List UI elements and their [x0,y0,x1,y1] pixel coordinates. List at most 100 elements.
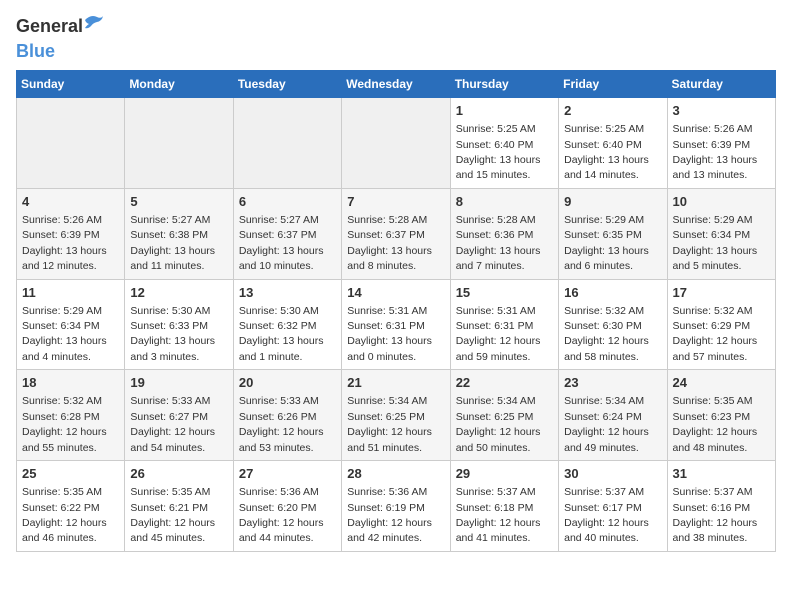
day-number: 25 [22,465,119,483]
calendar-day-2: 2 Sunrise: 5:25 AM Sunset: 6:40 PM Daylig… [559,98,667,189]
day-number: 14 [347,284,444,302]
day-info: Sunrise: 5:27 AM Sunset: 6:37 PM Dayligh… [239,214,324,272]
day-info: Sunrise: 5:27 AM Sunset: 6:38 PM Dayligh… [130,214,215,272]
page-header: General Blue [16,16,776,62]
calendar-day-27: 27 Sunrise: 5:36 AM Sunset: 6:20 PM Dayli… [233,461,341,552]
day-number: 10 [673,193,770,211]
day-info: Sunrise: 5:36 AM Sunset: 6:19 PM Dayligh… [347,486,432,544]
day-number: 12 [130,284,227,302]
day-info: Sunrise: 5:34 AM Sunset: 6:25 PM Dayligh… [347,395,432,453]
day-info: Sunrise: 5:33 AM Sunset: 6:26 PM Dayligh… [239,395,324,453]
day-info: Sunrise: 5:25 AM Sunset: 6:40 PM Dayligh… [456,123,541,181]
day-number: 30 [564,465,661,483]
day-number: 15 [456,284,553,302]
calendar-day-empty [17,98,125,189]
day-info: Sunrise: 5:34 AM Sunset: 6:24 PM Dayligh… [564,395,649,453]
day-number: 29 [456,465,553,483]
calendar-day-15: 15 Sunrise: 5:31 AM Sunset: 6:31 PM Dayli… [450,279,558,370]
calendar-day-5: 5 Sunrise: 5:27 AM Sunset: 6:38 PM Daylig… [125,188,233,279]
calendar-week-4: 18Sunrise: 5:32 AM Sunset: 6:28 PM Dayli… [17,370,776,461]
day-info: Sunrise: 5:29 AM Sunset: 6:35 PM Dayligh… [564,214,649,272]
calendar-day-1: 1 Sunrise: 5:25 AM Sunset: 6:40 PM Daylig… [450,98,558,189]
day-number: 18 [22,374,119,392]
day-number: 13 [239,284,336,302]
calendar-day-9: 9 Sunrise: 5:29 AM Sunset: 6:35 PM Daylig… [559,188,667,279]
calendar-day-21: 21 Sunrise: 5:34 AM Sunset: 6:25 PM Dayli… [342,370,450,461]
day-number: 9 [564,193,661,211]
calendar-day-8: 8 Sunrise: 5:28 AM Sunset: 6:36 PM Daylig… [450,188,558,279]
day-number: 8 [456,193,553,211]
calendar-body: 1 Sunrise: 5:25 AM Sunset: 6:40 PM Daylig… [17,98,776,552]
day-number: 27 [239,465,336,483]
header-day-tuesday: Tuesday [233,71,341,98]
calendar-day-24: 24Sunrise: 5:35 AM Sunset: 6:23 PM Dayli… [667,370,775,461]
calendar-day-10: 10 Sunrise: 5:29 AM Sunset: 6:34 PM Dayli… [667,188,775,279]
header-day-thursday: Thursday [450,71,558,98]
day-info: Sunrise: 5:26 AM Sunset: 6:39 PM Dayligh… [22,214,107,272]
calendar-week-5: 25 Sunrise: 5:35 AM Sunset: 6:22 PM Dayli… [17,461,776,552]
header-day-saturday: Saturday [667,71,775,98]
calendar-day-7: 7 Sunrise: 5:28 AM Sunset: 6:37 PM Daylig… [342,188,450,279]
calendar-day-12: 12 Sunrise: 5:30 AM Sunset: 6:33 PM Dayli… [125,279,233,370]
day-info: Sunrise: 5:29 AM Sunset: 6:34 PM Dayligh… [673,214,758,272]
header-day-friday: Friday [559,71,667,98]
calendar-week-2: 4 Sunrise: 5:26 AM Sunset: 6:39 PM Daylig… [17,188,776,279]
day-number: 1 [456,102,553,120]
day-info: Sunrise: 5:37 AM Sunset: 6:18 PM Dayligh… [456,486,541,544]
day-info: Sunrise: 5:29 AM Sunset: 6:34 PM Dayligh… [22,305,107,363]
day-info: Sunrise: 5:26 AM Sunset: 6:39 PM Dayligh… [673,123,758,181]
calendar-day-11: 11Sunrise: 5:29 AM Sunset: 6:34 PM Dayli… [17,279,125,370]
day-info: Sunrise: 5:36 AM Sunset: 6:20 PM Dayligh… [239,486,324,544]
day-info: Sunrise: 5:31 AM Sunset: 6:31 PM Dayligh… [347,305,432,363]
calendar-day-22: 22Sunrise: 5:34 AM Sunset: 6:25 PM Dayli… [450,370,558,461]
day-number: 19 [130,374,227,392]
day-info: Sunrise: 5:35 AM Sunset: 6:23 PM Dayligh… [673,395,758,453]
day-number: 31 [673,465,770,483]
day-info: Sunrise: 5:31 AM Sunset: 6:31 PM Dayligh… [456,305,541,363]
calendar-day-17: 17Sunrise: 5:32 AM Sunset: 6:29 PM Dayli… [667,279,775,370]
day-number: 16 [564,284,661,302]
calendar-week-1: 1 Sunrise: 5:25 AM Sunset: 6:40 PM Daylig… [17,98,776,189]
calendar-day-29: 29 Sunrise: 5:37 AM Sunset: 6:18 PM Dayli… [450,461,558,552]
day-number: 7 [347,193,444,211]
day-info: Sunrise: 5:28 AM Sunset: 6:37 PM Dayligh… [347,214,432,272]
calendar-day-30: 30 Sunrise: 5:37 AM Sunset: 6:17 PM Dayli… [559,461,667,552]
day-number: 4 [22,193,119,211]
day-number: 6 [239,193,336,211]
calendar-day-25: 25 Sunrise: 5:35 AM Sunset: 6:22 PM Dayli… [17,461,125,552]
calendar-header: SundayMondayTuesdayWednesdayThursdayFrid… [17,71,776,98]
day-number: 17 [673,284,770,302]
calendar-day-16: 16Sunrise: 5:32 AM Sunset: 6:30 PM Dayli… [559,279,667,370]
calendar-day-empty [342,98,450,189]
day-number: 5 [130,193,227,211]
calendar-week-3: 11Sunrise: 5:29 AM Sunset: 6:34 PM Dayli… [17,279,776,370]
header-row: SundayMondayTuesdayWednesdayThursdayFrid… [17,71,776,98]
day-info: Sunrise: 5:25 AM Sunset: 6:40 PM Dayligh… [564,123,649,181]
day-number: 23 [564,374,661,392]
day-number: 21 [347,374,444,392]
calendar-day-empty [125,98,233,189]
day-number: 2 [564,102,661,120]
calendar-day-6: 6 Sunrise: 5:27 AM Sunset: 6:37 PM Daylig… [233,188,341,279]
day-info: Sunrise: 5:37 AM Sunset: 6:17 PM Dayligh… [564,486,649,544]
header-day-wednesday: Wednesday [342,71,450,98]
day-info: Sunrise: 5:35 AM Sunset: 6:22 PM Dayligh… [22,486,107,544]
day-info: Sunrise: 5:30 AM Sunset: 6:33 PM Dayligh… [130,305,215,363]
day-info: Sunrise: 5:35 AM Sunset: 6:21 PM Dayligh… [130,486,215,544]
calendar-day-4: 4 Sunrise: 5:26 AM Sunset: 6:39 PM Daylig… [17,188,125,279]
calendar-day-13: 13 Sunrise: 5:30 AM Sunset: 6:32 PM Dayli… [233,279,341,370]
day-info: Sunrise: 5:28 AM Sunset: 6:36 PM Dayligh… [456,214,541,272]
calendar-day-3: 3 Sunrise: 5:26 AM Sunset: 6:39 PM Daylig… [667,98,775,189]
day-info: Sunrise: 5:30 AM Sunset: 6:32 PM Dayligh… [239,305,324,363]
day-number: 22 [456,374,553,392]
calendar-day-14: 14 Sunrise: 5:31 AM Sunset: 6:31 PM Dayli… [342,279,450,370]
logo: General Blue [16,16,83,62]
calendar-day-26: 26Sunrise: 5:35 AM Sunset: 6:21 PM Dayli… [125,461,233,552]
day-number: 3 [673,102,770,120]
calendar-day-20: 20 Sunrise: 5:33 AM Sunset: 6:26 PM Dayli… [233,370,341,461]
logo-blue-text: Blue [16,41,55,61]
day-info: Sunrise: 5:37 AM Sunset: 6:16 PM Dayligh… [673,486,758,544]
calendar-day-empty [233,98,341,189]
calendar-day-23: 23 Sunrise: 5:34 AM Sunset: 6:24 PM Dayli… [559,370,667,461]
day-number: 20 [239,374,336,392]
